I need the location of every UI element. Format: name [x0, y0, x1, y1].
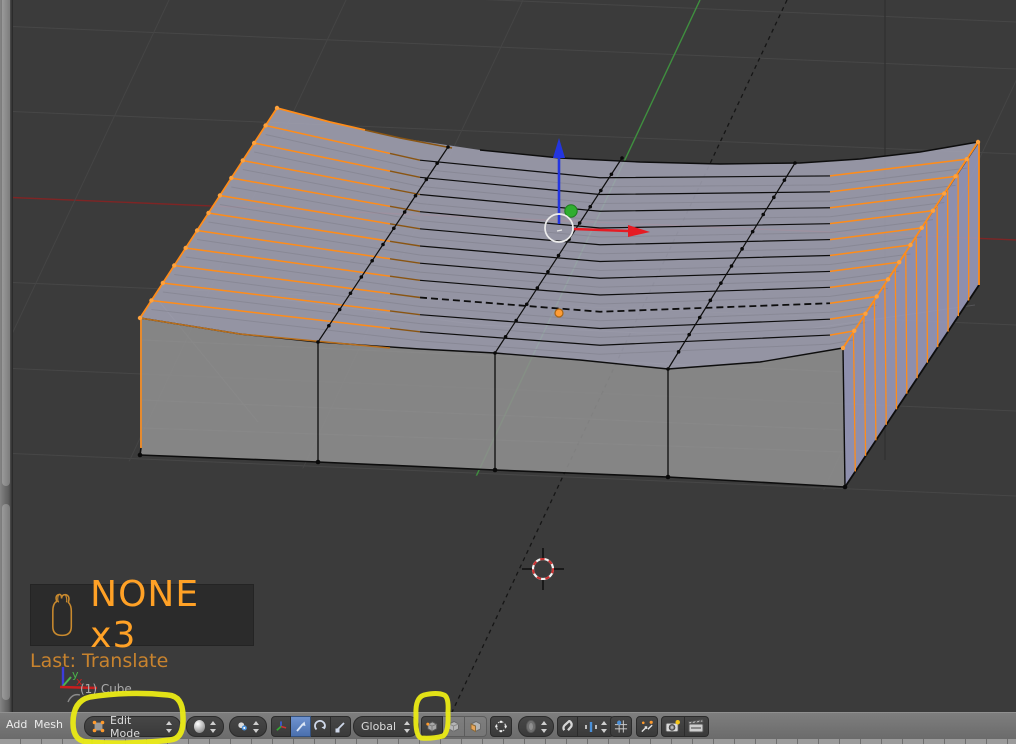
- current-frame-marker: [91, 739, 93, 744]
- object-info-text: (1) Cube: [80, 682, 132, 696]
- manipulator-scale-button[interactable]: [331, 716, 351, 737]
- manipulator-rotate-button[interactable]: [311, 716, 331, 737]
- snap-target-icon: [614, 720, 628, 733]
- chevron-up-down-icon: [404, 720, 411, 733]
- vertex-select-button[interactable]: [421, 716, 443, 737]
- auto-merge-icon: [641, 720, 653, 733]
- render-image-button[interactable]: [661, 716, 685, 737]
- edge-select-button[interactable]: [443, 716, 465, 737]
- proportional-off-icon: [526, 720, 536, 733]
- chevron-up-down-icon: [210, 720, 216, 733]
- scrollbar-thumb[interactable]: [2, 504, 10, 700]
- opengl-render-camera-icon: [665, 720, 680, 733]
- object-origin-dot: [554, 308, 564, 318]
- limit-selection-button[interactable]: [490, 716, 512, 737]
- cube-vertex-icon: [426, 721, 438, 732]
- select-mode-group: [421, 716, 487, 737]
- snap-magnet-button[interactable]: [557, 716, 578, 737]
- cursor-3d: [522, 548, 564, 590]
- snap-target-button[interactable]: [610, 716, 632, 737]
- tool-shelf-edge: [0, 0, 13, 712]
- cube-face-icon: [470, 720, 481, 733]
- pivot-center-icon: [238, 722, 247, 731]
- axis-cross-icon: [276, 721, 287, 731]
- mode-dropdown[interactable]: Edit Mode: [84, 713, 181, 740]
- blender-window: NONE x3 Last: Translate y x (1) Cube Add…: [0, 0, 1016, 744]
- snap-increment-icon: [584, 721, 597, 732]
- manipulator-toggle-button[interactable]: [271, 716, 291, 737]
- orientation-dropdown[interactable]: Global: [353, 716, 419, 737]
- chevron-up-down-icon: [540, 720, 548, 733]
- render-anim-button[interactable]: [685, 716, 709, 737]
- mouse-icon: [52, 593, 73, 637]
- screencast-key-overlay: NONE x3: [30, 574, 254, 656]
- rotate-arc-icon: [314, 720, 326, 731]
- timeline-strip[interactable]: [0, 739, 1016, 744]
- manipulator-translate-button[interactable]: [291, 716, 311, 737]
- translate-arrow-icon: [296, 721, 306, 732]
- opengl-render-clapper-icon: [688, 719, 704, 733]
- click-count-text: NONE x3: [90, 574, 200, 656]
- limit-selection-icon: [495, 720, 507, 733]
- viewport-header: Add Mesh Edit Mode Global: [0, 712, 1016, 740]
- viewport-shading-sphere-icon: [194, 720, 206, 733]
- proportional-edit-dropdown[interactable]: [518, 716, 554, 737]
- menu-mesh[interactable]: Mesh: [34, 718, 63, 731]
- manipulator-button-group: [271, 716, 351, 737]
- edit-mode-icon: [92, 720, 105, 733]
- mode-dropdown-label: Edit Mode: [110, 713, 140, 740]
- magnet-icon: [562, 719, 573, 731]
- chevron-up-down-icon: [253, 720, 259, 733]
- pivot-dropdown[interactable]: [229, 716, 267, 737]
- shading-dropdown[interactable]: [186, 716, 224, 737]
- scrollbar-thumb[interactable]: [2, 0, 10, 486]
- snap-group: [557, 716, 614, 737]
- chevron-up-down-icon: [600, 720, 608, 733]
- menu-add[interactable]: Add: [6, 718, 27, 731]
- cube-edge-icon: [448, 720, 459, 733]
- orientation-label: Global: [361, 720, 397, 733]
- opengl-render-group: [661, 716, 709, 737]
- automerge-button[interactable]: [636, 716, 658, 737]
- snap-element-dropdown[interactable]: [578, 716, 614, 737]
- scale-icon: [335, 722, 345, 733]
- face-select-button[interactable]: [465, 716, 487, 737]
- chevron-up-down-icon: [166, 720, 173, 733]
